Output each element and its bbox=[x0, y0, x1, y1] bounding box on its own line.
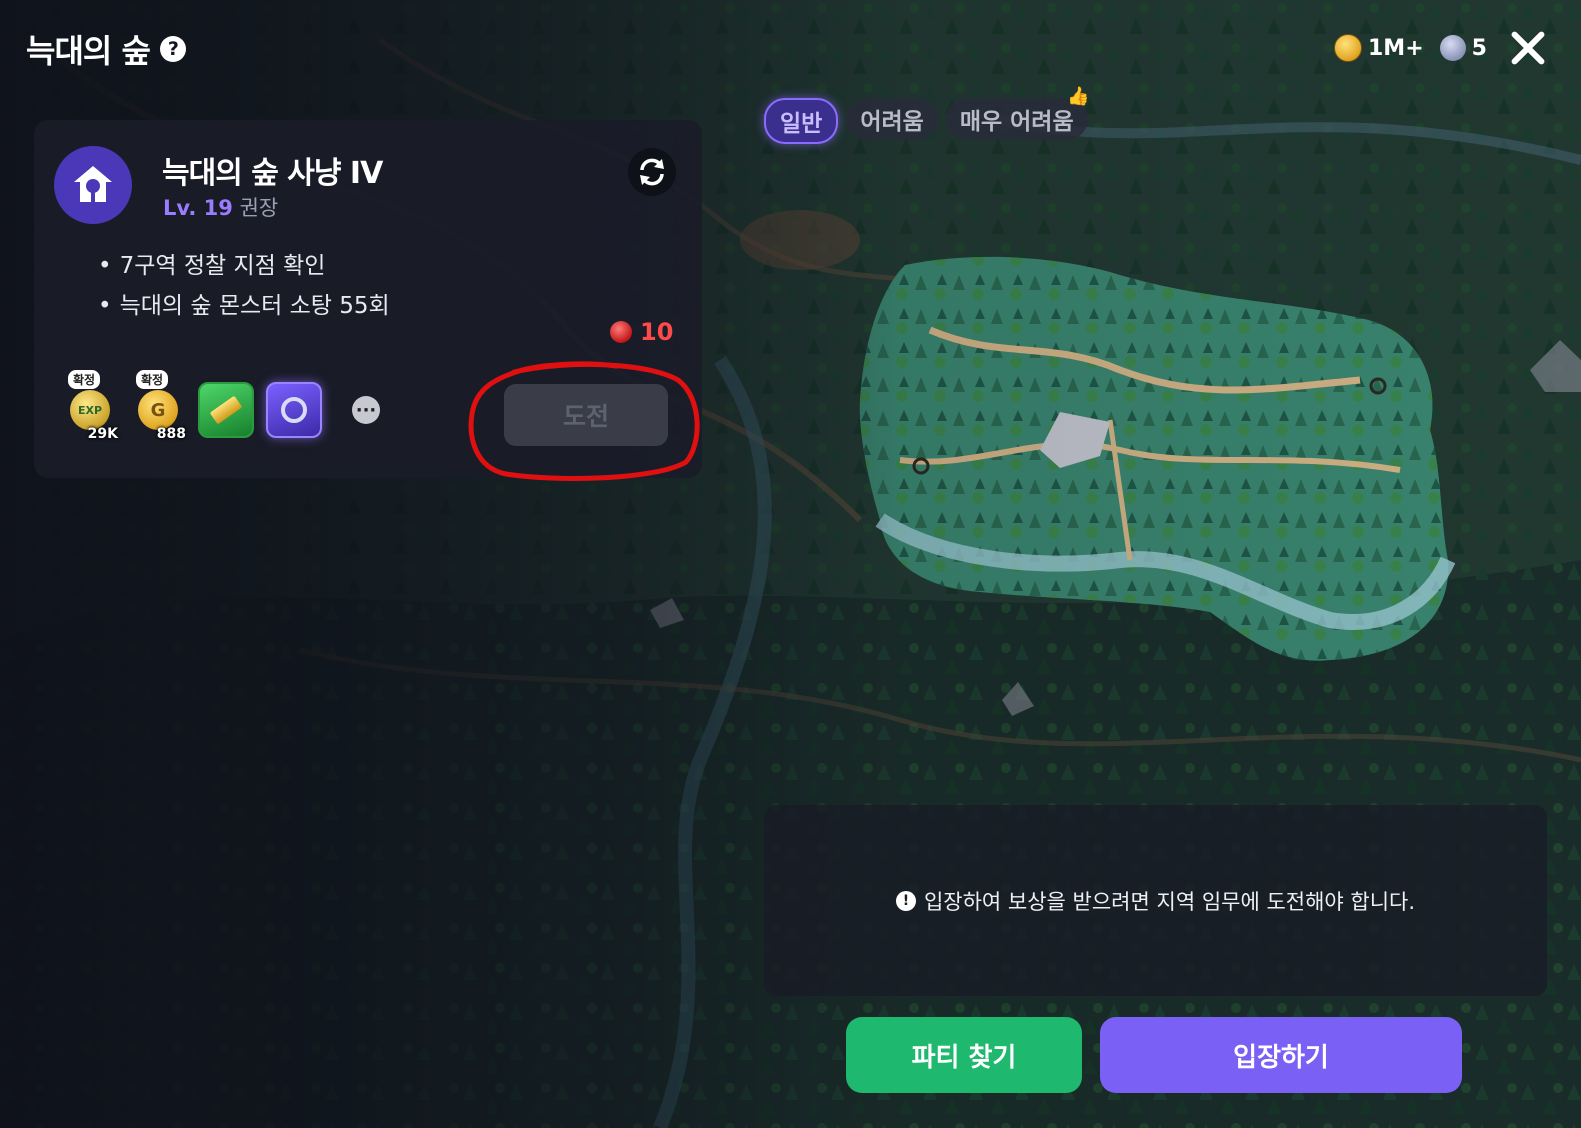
reward-gold[interactable]: 확정 G 888 bbox=[130, 370, 186, 442]
gold-coin-icon: G bbox=[138, 390, 178, 430]
quest-house-icon bbox=[54, 146, 132, 224]
gem-amount: 5 bbox=[1471, 35, 1487, 61]
difficulty-tabs: 일반 어려움 매우 어려움 👍 bbox=[764, 86, 1090, 144]
thumbs-up-icon: 👍 bbox=[1067, 86, 1090, 107]
guaranteed-badge: 확정 bbox=[136, 370, 169, 389]
refresh-icon[interactable] bbox=[628, 148, 676, 196]
more-icon[interactable]: ··· bbox=[352, 396, 380, 424]
notice-panel: ! 입장하여 보상을 받으려면 지역 임무에 도전해야 합니다. bbox=[764, 805, 1547, 996]
tab-hard[interactable]: 어려움 bbox=[846, 98, 938, 140]
notice-text: 입장하여 보상을 받으려면 지역 임무에 도전해야 합니다. bbox=[923, 889, 1416, 914]
reward-count: 29K bbox=[87, 426, 118, 442]
tab-very-hard[interactable]: 매우 어려움 👍 bbox=[945, 86, 1090, 140]
gold-amount: 1M+ bbox=[1368, 35, 1424, 61]
reward-list: 확정 EXP 29K 확정 G 888 ··· bbox=[62, 370, 380, 442]
reward-gold-bar[interactable] bbox=[198, 382, 254, 438]
exclamation-icon: ! bbox=[895, 890, 916, 911]
annotation-circle bbox=[468, 361, 700, 481]
cost-amount: 10 bbox=[640, 318, 674, 346]
title-text: 늑대의 숲 bbox=[26, 32, 151, 70]
ring-icon bbox=[266, 382, 322, 438]
quest-level: Lv. 19 권장 bbox=[163, 192, 278, 222]
tab-very-hard-label: 매우 어려움 bbox=[959, 109, 1074, 135]
find-party-button[interactable]: 파티 찾기 bbox=[846, 1017, 1082, 1093]
question-icon[interactable]: ? bbox=[159, 36, 186, 62]
guaranteed-badge: 확정 bbox=[68, 370, 101, 389]
gold-bar-icon bbox=[198, 382, 254, 438]
close-icon[interactable] bbox=[1508, 28, 1548, 68]
reward-ring[interactable] bbox=[266, 382, 322, 438]
objective-item: 늑대의 숲 몬스터 소탕 55회 bbox=[98, 286, 390, 326]
challenge-cost: 10 bbox=[610, 318, 673, 346]
exp-icon: EXP bbox=[70, 390, 110, 430]
gold-coin-icon bbox=[1334, 34, 1362, 62]
quest-name: 늑대의 숲 사냥 IV bbox=[162, 156, 383, 191]
page-title: 늑대의 숲 ? bbox=[26, 26, 186, 72]
gem-icon bbox=[1439, 35, 1466, 61]
reward-count: 888 bbox=[156, 426, 186, 442]
quest-level-recommend: 권장 bbox=[239, 196, 279, 220]
objective-item: 7구역 정찰 지점 확인 bbox=[98, 246, 390, 286]
red-gem-icon bbox=[610, 321, 632, 343]
tab-normal[interactable]: 일반 bbox=[764, 98, 839, 144]
objective-list: 7구역 정찰 지점 확인 늑대의 숲 몬스터 소탕 55회 bbox=[98, 246, 390, 326]
quest-level-value: Lv. 19 bbox=[163, 196, 233, 220]
enter-button[interactable]: 입장하기 bbox=[1100, 1017, 1462, 1093]
currency-bar: 1M+ 5 bbox=[1334, 34, 1487, 62]
reward-exp[interactable]: 확정 EXP 29K bbox=[62, 370, 118, 442]
